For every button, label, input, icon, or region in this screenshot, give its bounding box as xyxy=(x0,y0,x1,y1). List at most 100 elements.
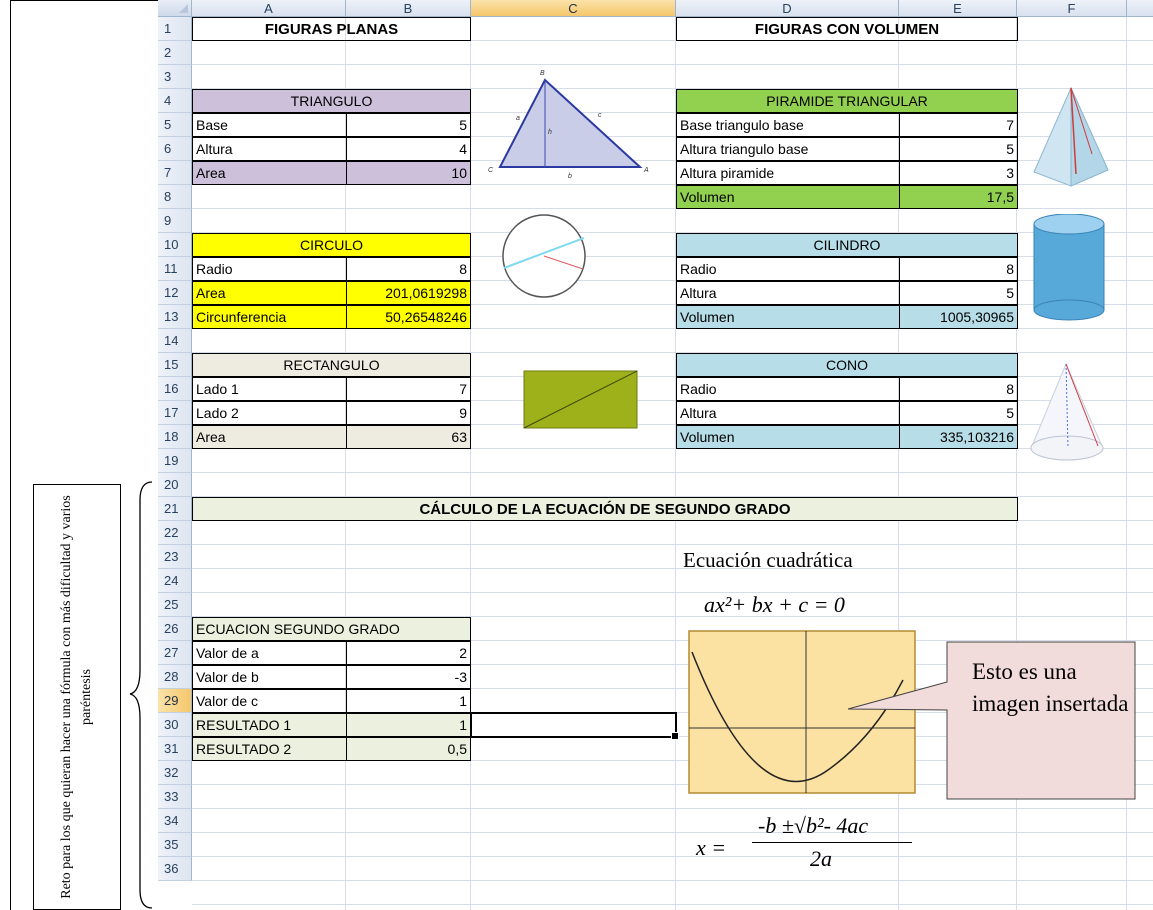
cylinder-picture[interactable] xyxy=(1026,214,1116,324)
row-header[interactable]: 34 xyxy=(158,809,192,833)
result2-label[interactable]: RESULTADO 2 xyxy=(192,737,347,761)
circle-area-label[interactable]: Area xyxy=(192,281,347,305)
cone-height-value[interactable]: 5 xyxy=(899,401,1018,425)
circle-radius-value[interactable]: 8 xyxy=(346,257,471,281)
cylinder-header[interactable]: CILINDRO xyxy=(676,233,1018,257)
column-header-a[interactable]: A xyxy=(192,0,346,17)
cylinder-volume-value[interactable]: 1005,30965 xyxy=(899,305,1018,329)
quadratic-banner[interactable]: CÁLCULO DE LA ECUACIÓN DE SEGUNDO GRADO xyxy=(192,497,1018,521)
cone-picture[interactable] xyxy=(1026,360,1118,470)
pyramid-volume-label[interactable]: Volumen xyxy=(676,185,900,209)
quadratic-c-value[interactable]: 1 xyxy=(346,689,471,713)
spreadsheet-grid[interactable]: A B C D E F 1 2 3 4 5 6 7 8 9 10 11 12 1… xyxy=(158,0,1153,910)
circle-circumference-label[interactable]: Circunferencia xyxy=(192,305,347,329)
row-header[interactable]: 36 xyxy=(158,857,192,881)
column-header-g[interactable] xyxy=(1127,0,1153,17)
row-header[interactable]: 35 xyxy=(158,833,192,857)
cone-height-label[interactable]: Altura xyxy=(676,401,900,425)
row-header[interactable]: 31 xyxy=(158,737,192,761)
row-header[interactable]: 10 xyxy=(158,233,192,257)
row-header[interactable]: 6 xyxy=(158,137,192,161)
cone-volume-label[interactable]: Volumen xyxy=(676,425,900,449)
cone-radius-label[interactable]: Radio xyxy=(676,377,900,401)
row-header[interactable]: 7 xyxy=(158,161,192,185)
row-header[interactable]: 32 xyxy=(158,761,192,785)
rectangle-area-value[interactable]: 63 xyxy=(346,425,471,449)
triangle-area-label[interactable]: Area xyxy=(192,161,347,185)
row-header[interactable]: 11 xyxy=(158,257,192,281)
row-header[interactable]: 16 xyxy=(158,377,192,401)
row-header[interactable]: 5 xyxy=(158,113,192,137)
rectangle-area-label[interactable]: Area xyxy=(192,425,347,449)
column-header-c[interactable]: C xyxy=(471,0,676,17)
row-header[interactable]: 28 xyxy=(158,665,192,689)
circle-area-value[interactable]: 201,0619298 xyxy=(346,281,471,305)
result1-value[interactable]: 1 xyxy=(346,713,471,737)
rectangle-side1-label[interactable]: Lado 1 xyxy=(192,377,347,401)
triangle-base-value[interactable]: 5 xyxy=(346,113,471,137)
row-header[interactable]: 14 xyxy=(158,329,192,353)
quadratic-b-value[interactable]: -3 xyxy=(346,665,471,689)
triangle-height-label[interactable]: Altura xyxy=(192,137,347,161)
cylinder-height-label[interactable]: Altura xyxy=(676,281,900,305)
cylinder-radius-value[interactable]: 8 xyxy=(899,257,1018,281)
row-header[interactable]: 1 xyxy=(158,17,192,41)
circle-header[interactable]: CIRCULO xyxy=(192,233,471,257)
select-all-corner[interactable] xyxy=(158,0,192,17)
triangle-header[interactable]: TRIANGULO xyxy=(192,89,471,113)
row-header[interactable]: 15 xyxy=(158,353,192,377)
pyramid-volume-value[interactable]: 17,5 xyxy=(899,185,1018,209)
quadratic-a-label[interactable]: Valor de a xyxy=(192,641,347,665)
circle-circumference-value[interactable]: 50,26548246 xyxy=(346,305,471,329)
row-header[interactable]: 25 xyxy=(158,593,192,617)
quadratic-c-label[interactable]: Valor de c xyxy=(192,689,347,713)
column-header-d[interactable]: D xyxy=(676,0,899,17)
circle-radius-label[interactable]: Radio xyxy=(192,257,347,281)
pyramid-base-height-value[interactable]: 5 xyxy=(899,137,1018,161)
quadratic-a-value[interactable]: 2 xyxy=(346,641,471,665)
pyramid-height-value[interactable]: 3 xyxy=(899,161,1018,185)
triangle-area-value[interactable]: 10 xyxy=(346,161,471,185)
plane-figures-title[interactable]: FIGURAS PLANAS xyxy=(192,17,471,41)
row-header[interactable]: 29 xyxy=(158,689,192,713)
row-header[interactable]: 21 xyxy=(158,497,192,521)
row-header[interactable]: 23 xyxy=(158,545,192,569)
circle-picture[interactable] xyxy=(498,213,598,299)
cylinder-radius-label[interactable]: Radio xyxy=(676,257,900,281)
active-cell-c29[interactable] xyxy=(470,712,679,740)
row-header[interactable]: 13 xyxy=(158,305,192,329)
pyramid-picture[interactable] xyxy=(1026,84,1114,194)
row-header[interactable]: 4 xyxy=(158,89,192,113)
row-header[interactable]: 30 xyxy=(158,713,192,737)
triangle-picture[interactable]: B C A a c b h xyxy=(480,62,662,182)
volume-figures-title[interactable]: FIGURAS CON VOLUMEN xyxy=(676,17,1018,41)
row-header[interactable]: 20 xyxy=(158,473,192,497)
row-header[interactable]: 22 xyxy=(158,521,192,545)
row-header[interactable]: 8 xyxy=(158,185,192,209)
row-header[interactable]: 18 xyxy=(158,425,192,449)
row-header[interactable]: 17 xyxy=(158,401,192,425)
row-header[interactable]: 27 xyxy=(158,641,192,665)
quadratic-header[interactable]: ECUACION SEGUNDO GRADO xyxy=(192,617,471,641)
row-header[interactable]: 24 xyxy=(158,569,192,593)
row-header[interactable]: 12 xyxy=(158,281,192,305)
triangle-height-value[interactable]: 4 xyxy=(346,137,471,161)
rectangle-header[interactable]: RECTANGULO xyxy=(192,353,471,377)
row-header[interactable]: 26 xyxy=(158,617,192,641)
rectangle-side2-label[interactable]: Lado 2 xyxy=(192,401,347,425)
pyramid-height-label[interactable]: Altura piramide xyxy=(676,161,900,185)
pyramid-base-value[interactable]: 7 xyxy=(899,113,1018,137)
column-header-b[interactable]: B xyxy=(346,0,471,17)
rectangle-picture[interactable] xyxy=(518,368,644,434)
pyramid-header[interactable]: PIRAMIDE TRIANGULAR xyxy=(676,89,1018,113)
column-header-f[interactable]: F xyxy=(1017,0,1127,17)
pyramid-base-height-label[interactable]: Altura triangulo base xyxy=(676,137,900,161)
row-header[interactable]: 3 xyxy=(158,65,192,89)
row-header[interactable]: 33 xyxy=(158,785,192,809)
triangle-base-label[interactable]: Base xyxy=(192,113,347,137)
row-header[interactable]: 9 xyxy=(158,209,192,233)
row-header[interactable]: 19 xyxy=(158,449,192,473)
rectangle-side1-value[interactable]: 7 xyxy=(346,377,471,401)
cone-radius-value[interactable]: 8 xyxy=(899,377,1018,401)
result1-label[interactable]: RESULTADO 1 xyxy=(192,713,347,737)
